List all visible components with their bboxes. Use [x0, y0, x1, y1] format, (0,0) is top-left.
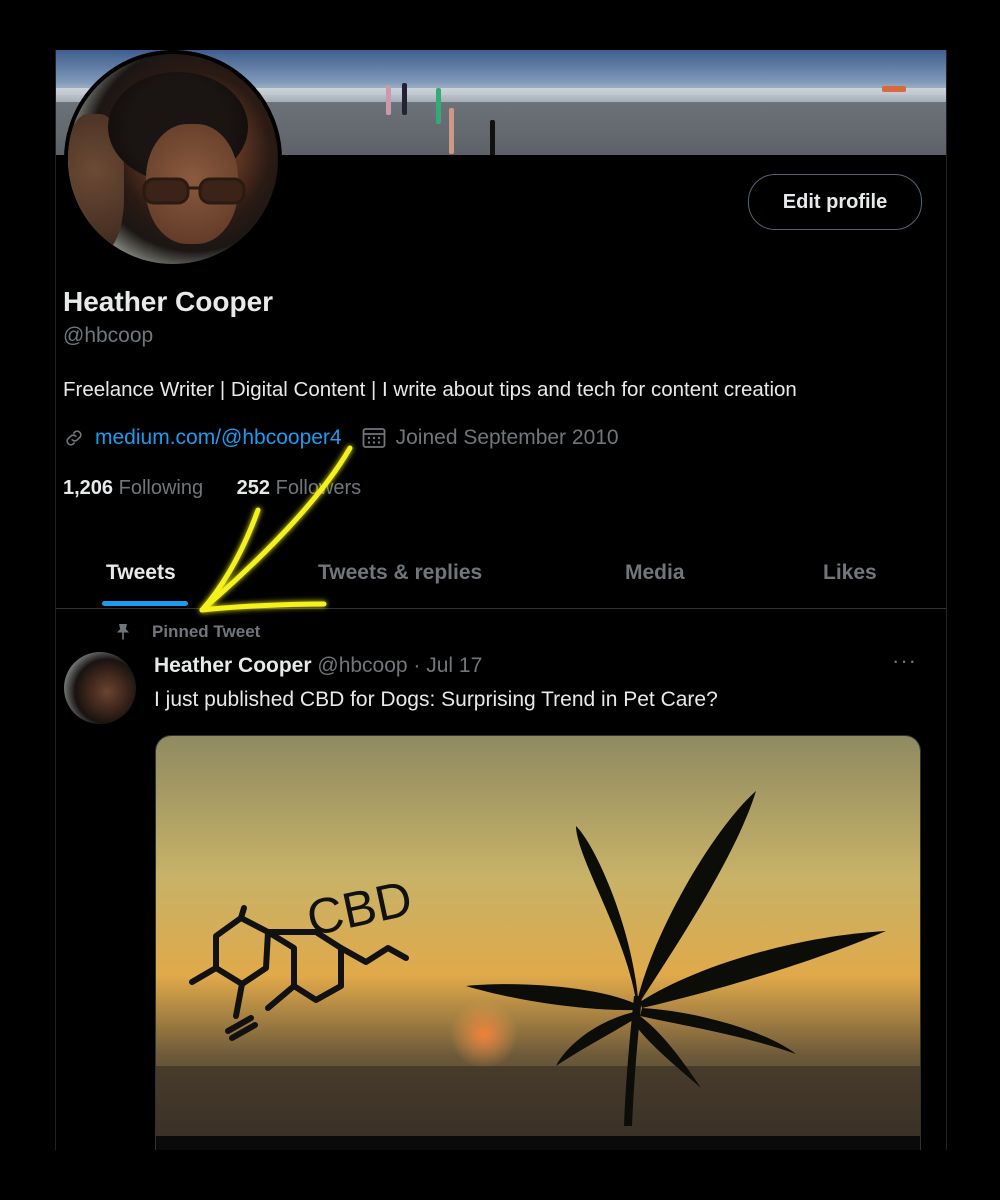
tweet-avatar[interactable]	[64, 652, 136, 724]
profile-page: Edit profile Heather Cooper @hbcoop Free…	[55, 50, 947, 1150]
followers-link[interactable]: 252 Followers	[237, 477, 362, 499]
profile-meta: medium.com/@hbcooper4 Joined September 2…	[63, 426, 619, 450]
following-link[interactable]: 1,206 Following	[63, 477, 203, 499]
profile-tabs: Tweets Tweets & replies Media Likes	[56, 538, 946, 609]
following-label: Following	[118, 477, 204, 499]
tab-tweets-replies[interactable]: Tweets & replies	[318, 538, 482, 608]
followers-label: Followers	[275, 477, 362, 499]
tweet-header: Heather Cooper @hbcoop · Jul 17	[154, 654, 482, 678]
banner-person	[386, 85, 391, 115]
profile-website-link[interactable]: medium.com/@hbcooper4	[95, 426, 342, 450]
banner-object	[882, 86, 906, 92]
tweet-handle-date[interactable]: @hbcoop · Jul 17	[317, 654, 482, 677]
tweet-text: I just published CBD for Dogs: Surprisin…	[154, 688, 718, 711]
tweet-author-name[interactable]: Heather Cooper	[154, 654, 312, 677]
followers-count: 252	[236, 477, 271, 499]
avatar-photo-detail	[142, 177, 246, 205]
profile-name: Heather Cooper	[63, 286, 274, 317]
profile-handle: @hbcoop	[63, 324, 154, 347]
link-icon	[66, 430, 82, 446]
following-count: 1,206	[63, 477, 114, 499]
banner-person	[449, 108, 454, 154]
calendar-icon	[362, 428, 386, 448]
pin-icon	[117, 624, 129, 640]
tweet-media-image[interactable]: CBD	[155, 735, 921, 1137]
follow-counts: 1,206 Following 252 Followers	[63, 477, 361, 500]
tab-tweets[interactable]: Tweets	[106, 538, 176, 608]
tweet-media-footer	[155, 1136, 921, 1150]
cbd-image: CBD	[156, 736, 920, 1136]
tab-likes[interactable]: Likes	[823, 538, 877, 608]
edit-profile-button[interactable]: Edit profile	[748, 174, 922, 230]
joined-date: Joined September 2010	[395, 426, 619, 449]
pinned-label-text: Pinned Tweet	[152, 622, 261, 641]
banner-person	[402, 83, 407, 115]
more-icon[interactable]: ···	[892, 648, 917, 674]
pinned-tweet-label: Pinned Tweet	[114, 622, 260, 642]
profile-avatar[interactable]	[64, 50, 282, 268]
profile-bio: Freelance Writer | Digital Content | I w…	[63, 378, 797, 401]
banner-person	[436, 88, 441, 124]
tab-media[interactable]: Media	[625, 538, 685, 608]
banner-person	[490, 120, 495, 155]
active-tab-indicator	[102, 601, 188, 606]
